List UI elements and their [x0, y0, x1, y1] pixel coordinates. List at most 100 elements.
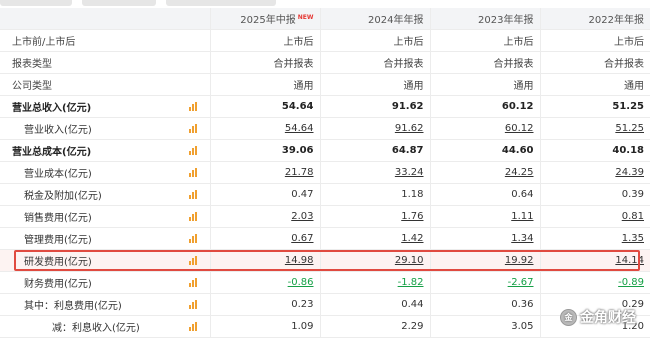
watermark-text: 金角财经	[580, 310, 636, 326]
bar-chart-icon[interactable]	[188, 234, 198, 243]
cell-link[interactable]: -2.67	[430, 271, 541, 294]
cell-link[interactable]: 1.34	[430, 227, 541, 250]
cell-link[interactable]: 24.39	[540, 161, 650, 184]
rnd-expense-row: 研发费用(亿元) 14.98 29.10 19.92 14.14	[0, 249, 650, 272]
cell: 合并报表	[540, 51, 650, 74]
cell-link[interactable]: -1.82	[320, 271, 431, 294]
interest-expense-row: 其中：利息费用(亿元) 0.23 0.44 0.36 0.29	[0, 293, 650, 316]
bar-chart-icon[interactable]	[188, 212, 198, 221]
cell: 0.36	[430, 293, 541, 316]
period-2022[interactable]: 2022年年报	[540, 8, 650, 30]
total-revenue-row: 营业总收入(亿元) 54.64 91.62 60.12 51.25	[0, 95, 650, 118]
new-badge: NEW	[297, 13, 314, 21]
revenue-row: 营业收入(亿元) 54.64 91.62 60.12 51.25	[0, 117, 650, 140]
bar-chart-icon[interactable]	[188, 322, 198, 331]
operating-cost-row: 营业成本(亿元) 21.78 33.24 24.25 24.39	[0, 161, 650, 184]
bar-chart-icon[interactable]	[188, 124, 198, 133]
cell: 0.64	[430, 183, 541, 206]
cell-link[interactable]: 19.92	[430, 249, 541, 272]
tax-row: 税金及附加(亿元) 0.47 1.18 0.64 0.39	[0, 183, 650, 206]
cell-link[interactable]: -0.86	[210, 271, 321, 294]
row-label: 上市前/上市后	[0, 29, 211, 52]
cell: 0.39	[540, 183, 650, 206]
cell-link[interactable]: 54.64	[210, 117, 321, 140]
header-corner	[0, 8, 211, 30]
period-header-row: 2025年中报 NEW 2024年年报 2023年年报 2022年年报	[0, 8, 650, 30]
financial-table: 2025年中报 NEW 2024年年报 2023年年报 2022年年报 上市前/上…	[0, 8, 650, 338]
cell: 合并报表	[210, 51, 321, 74]
cell-link[interactable]: 14.98	[210, 249, 321, 272]
cell: 0.47	[210, 183, 321, 206]
cell: 通用	[320, 73, 431, 96]
cell-link[interactable]: 60.12	[430, 117, 541, 140]
interest-income-row: 减：利息收入(亿元) 1.09 2.29 3.05 1.20	[0, 315, 650, 338]
cell: 上市后	[320, 29, 431, 52]
cell-link[interactable]: 0.81	[540, 205, 650, 228]
row-label: 营业总成本(亿元)	[12, 147, 92, 158]
row-label: 报表类型	[0, 51, 211, 74]
bar-chart-icon[interactable]	[188, 256, 198, 265]
cell: 51.25	[540, 95, 650, 118]
cell: 0.23	[210, 293, 321, 316]
admin-expense-row: 管理费用(亿元) 0.67 1.42 1.34 1.35	[0, 227, 650, 250]
bar-chart-icon[interactable]	[188, 146, 198, 155]
cell-link[interactable]: 21.78	[210, 161, 321, 184]
period-2025[interactable]: 2025年中报 NEW	[210, 8, 321, 30]
period-2023[interactable]: 2023年年报	[430, 8, 541, 30]
watermark: 金 金角财经	[560, 307, 636, 327]
listing-row: 上市前/上市后 上市后 上市后 上市后 上市后	[0, 29, 650, 52]
row-label: 研发费用(亿元)	[24, 257, 92, 268]
cell: 2.29	[320, 315, 431, 338]
cell: 上市后	[210, 29, 321, 52]
period-2024[interactable]: 2024年年报	[320, 8, 431, 30]
row-label: 营业总收入(亿元)	[12, 103, 92, 114]
cell: 91.62	[320, 95, 431, 118]
cell-link[interactable]: 1.42	[320, 227, 431, 250]
cell-link[interactable]: 24.25	[430, 161, 541, 184]
cell-link[interactable]: 29.10	[320, 249, 431, 272]
row-label: 其中：利息费用(亿元)	[24, 301, 122, 312]
row-label: 营业收入(亿元)	[24, 125, 92, 136]
cell-link[interactable]: 91.62	[320, 117, 431, 140]
cell: 64.87	[320, 139, 431, 162]
cell-link[interactable]: 1.11	[430, 205, 541, 228]
cell: 1.09	[210, 315, 321, 338]
cell: 合并报表	[430, 51, 541, 74]
row-label: 税金及附加(亿元)	[24, 191, 102, 202]
row-label: 财务费用(亿元)	[24, 279, 92, 290]
bar-chart-icon[interactable]	[188, 102, 198, 111]
watermark-logo-icon: 金	[560, 308, 577, 326]
cell-link[interactable]: 33.24	[320, 161, 431, 184]
cell: 通用	[540, 73, 650, 96]
bar-chart-icon[interactable]	[188, 300, 198, 309]
cell: 60.12	[430, 95, 541, 118]
row-label: 减：利息收入(亿元)	[52, 323, 140, 334]
bar-chart-icon[interactable]	[188, 168, 198, 177]
cell: 上市后	[430, 29, 541, 52]
cell: 40.18	[540, 139, 650, 162]
cell: 39.06	[210, 139, 321, 162]
selling-expense-row: 销售费用(亿元) 2.03 1.76 1.11 0.81	[0, 205, 650, 228]
cell: 合并报表	[320, 51, 431, 74]
row-label: 营业成本(亿元)	[24, 169, 92, 180]
cell-link[interactable]: 0.67	[210, 227, 321, 250]
cell: 上市后	[540, 29, 650, 52]
cell-link[interactable]: 51.25	[540, 117, 650, 140]
top-tab-strip	[0, 0, 650, 6]
cell: 54.64	[210, 95, 321, 118]
cell-link[interactable]: -0.89	[540, 271, 650, 294]
row-label: 销售费用(亿元)	[24, 213, 92, 224]
cell-link[interactable]: 1.35	[540, 227, 650, 250]
report-type-row: 报表类型 合并报表 合并报表 合并报表 合并报表	[0, 51, 650, 74]
cell-link[interactable]: 2.03	[210, 205, 321, 228]
cell: 通用	[430, 73, 541, 96]
bar-chart-icon[interactable]	[188, 278, 198, 287]
cell: 3.05	[430, 315, 541, 338]
cell-link[interactable]: 1.76	[320, 205, 431, 228]
finance-expense-row: 财务费用(亿元) -0.86 -1.82 -2.67 -0.89	[0, 271, 650, 294]
bar-chart-icon[interactable]	[188, 190, 198, 199]
cell-link[interactable]: 14.14	[540, 249, 650, 272]
cell: 1.18	[320, 183, 431, 206]
row-label: 管理费用(亿元)	[24, 235, 92, 246]
row-label: 公司类型	[0, 73, 211, 96]
